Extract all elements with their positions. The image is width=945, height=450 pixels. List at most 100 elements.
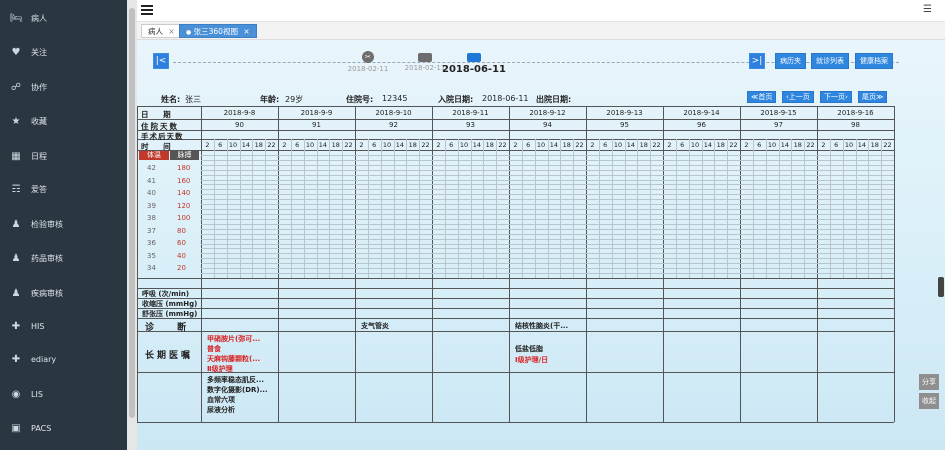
- close-icon[interactable]: ×: [243, 27, 249, 36]
- sidebar-item-label: PACS: [31, 423, 52, 433]
- timeline-node-surgery[interactable]: ✂ 2018-02-11: [338, 51, 398, 73]
- hour-cell: 14: [318, 141, 328, 149]
- bed-icon: [418, 53, 432, 62]
- hour-cell: 18: [639, 141, 648, 149]
- patient-360-content: |< ✂ 2018-02-11 2018-02-11 2018-06-11 >|…: [137, 40, 945, 450]
- grid-line-h: [137, 422, 894, 423]
- hospital-day-cell: 96: [697, 121, 706, 129]
- user-icon: ♟: [11, 252, 21, 264]
- sidebar-item[interactable]: ✚ ediary: [0, 349, 127, 369]
- diagnosis-text: 结核性脑炎(干...: [515, 322, 569, 330]
- sidebar-item[interactable]: ★ 收藏: [0, 111, 127, 131]
- date-cell: 2018-9-15: [760, 109, 797, 117]
- hour-cell: 6: [218, 141, 223, 149]
- sidebar-item[interactable]: ✚ HIS: [0, 316, 127, 336]
- hour-cell: 2: [205, 141, 210, 149]
- temperature-scale-value: 34: [147, 264, 156, 272]
- sidebar-item[interactable]: ☶ 爱答: [0, 179, 127, 199]
- timeline-node-current[interactable]: 2018-06-11: [438, 51, 510, 75]
- sidebar-item-label: 日程: [31, 151, 47, 161]
- sidebar-item-label: 收藏: [31, 116, 47, 126]
- hour-cell: 10: [305, 141, 315, 149]
- top-bar: ☰: [137, 0, 945, 22]
- first-page-button[interactable]: ≪首页: [747, 91, 777, 103]
- plot-grid-line: [201, 179, 894, 181]
- health-record-button[interactable]: 健康档案: [855, 53, 893, 69]
- pulse-scale-value: 140: [177, 189, 191, 197]
- plot-grid-line: [201, 189, 894, 191]
- plot-grid-line: [201, 169, 894, 171]
- plot-grid-line: [201, 273, 894, 275]
- sidebar-item[interactable]: ▦ 日程: [0, 146, 127, 166]
- pacs-icon: ▣: [11, 422, 21, 434]
- sidebar-item[interactable]: ♟ 检验审核: [0, 214, 127, 234]
- task-list-icon[interactable]: ☰: [923, 4, 935, 16]
- close-icon[interactable]: ×: [168, 27, 174, 36]
- hour-cell: 14: [241, 141, 251, 149]
- next-page-button[interactable]: 下一页›: [820, 91, 852, 103]
- menu-toggle-icon[interactable]: [141, 5, 153, 16]
- side-panel-handle[interactable]: [938, 277, 944, 297]
- grid-line-h: [137, 298, 894, 299]
- temperature-scale-value: 40: [147, 189, 156, 197]
- vertical-scrollbar[interactable]: [127, 0, 137, 450]
- sidebar-item[interactable]: ♟ 疾病审核: [0, 283, 127, 303]
- grid-line-h: [137, 288, 894, 289]
- pulse-header: 脉搏: [170, 151, 199, 160]
- bed-icon: 🛏: [10, 12, 23, 24]
- hour-cell: 18: [408, 141, 417, 149]
- hour-cell: 2: [282, 141, 287, 149]
- scrollbar-thumb[interactable]: [129, 8, 135, 418]
- pulse-scale-value: 60: [177, 239, 186, 247]
- tab-patients[interactable]: 病人 ×: [141, 24, 182, 38]
- grid-line-h: [137, 106, 894, 107]
- sidebar-item[interactable]: ◉ LIS: [0, 384, 127, 404]
- order-item: 天麻钩藤颗粒(...: [207, 355, 261, 363]
- timeline-next-button[interactable]: >|: [749, 53, 765, 69]
- pulse-scale-value: 160: [177, 176, 191, 185]
- grid-line-h: [137, 372, 894, 373]
- hour-cell: 22: [729, 141, 738, 149]
- diastolic-label: 舒张压 (mmHg): [142, 310, 198, 318]
- hour-cell: 22: [806, 141, 815, 149]
- temperature-scale-value: 35: [147, 251, 156, 260]
- sidebar-item-label: LIS: [31, 389, 43, 399]
- active-dot-icon: ●: [186, 29, 192, 36]
- hour-cell: 18: [870, 141, 879, 149]
- plot-grid-line: [201, 238, 894, 240]
- sidebar-item-label: 爱答: [31, 184, 47, 194]
- sidebar-item[interactable]: ♥ 关注: [0, 42, 127, 62]
- share-button[interactable]: 分享: [919, 374, 939, 390]
- long-term-orders-label: 长期医嘱: [145, 351, 194, 361]
- prev-page-button[interactable]: ‹上一页: [782, 91, 814, 103]
- plot-grid-line: [201, 258, 894, 260]
- plot-grid-line: [201, 223, 894, 225]
- visit-list-button[interactable]: 就诊列表: [811, 53, 849, 69]
- date-cell: 2018-9-13: [606, 109, 643, 117]
- scissors-icon: ✂: [362, 51, 374, 63]
- sidebar-item[interactable]: 🛏 病人: [0, 8, 127, 28]
- sidebar-item[interactable]: ♟ 药品审核: [0, 248, 127, 268]
- medical-record-folder-button[interactable]: 病历夹: [775, 53, 806, 69]
- order-item: 普食: [207, 345, 221, 353]
- sidebar: 🛏 病人 ♥ 关注 ☍ 协作 ★ 收藏 ▦ 日程 ☶ 爱答 ♟ 检验审核 ♟ 药品审核 ♟ 疾病审核 ✚ HIS ✚ ed…: [0, 0, 127, 450]
- name-label: 姓名:: [161, 95, 181, 104]
- sidebar-item[interactable]: ☍ 协作: [0, 77, 127, 97]
- collapse-button[interactable]: 收起: [919, 393, 939, 409]
- plot-grid-line: [201, 263, 894, 265]
- hospital-day-cell: 91: [312, 121, 321, 129]
- hour-cell: 22: [421, 141, 430, 149]
- order-item: 甲硝胺片(弥可...: [207, 335, 261, 343]
- sidebar-item-label: 检验审核: [31, 219, 63, 229]
- admission-date-value: 2018-06-11: [482, 94, 529, 103]
- grid-line-h: [137, 308, 894, 309]
- heart-icon: ♥: [11, 46, 21, 58]
- plot-grid-line: [201, 159, 894, 161]
- systolic-label: 收缩压 (mmHg): [142, 300, 198, 308]
- sidebar-item[interactable]: ▣ PACS: [0, 418, 127, 438]
- last-page-button[interactable]: 尾页≫: [858, 91, 888, 103]
- discharge-date-label: 出院日期:: [536, 95, 572, 104]
- timeline-prev-button[interactable]: |<: [153, 53, 169, 69]
- exam-item: 多频率稳态肌反...: [207, 376, 264, 384]
- tab-patient-360-view[interactable]: ● 张三360视图 ×: [179, 24, 257, 38]
